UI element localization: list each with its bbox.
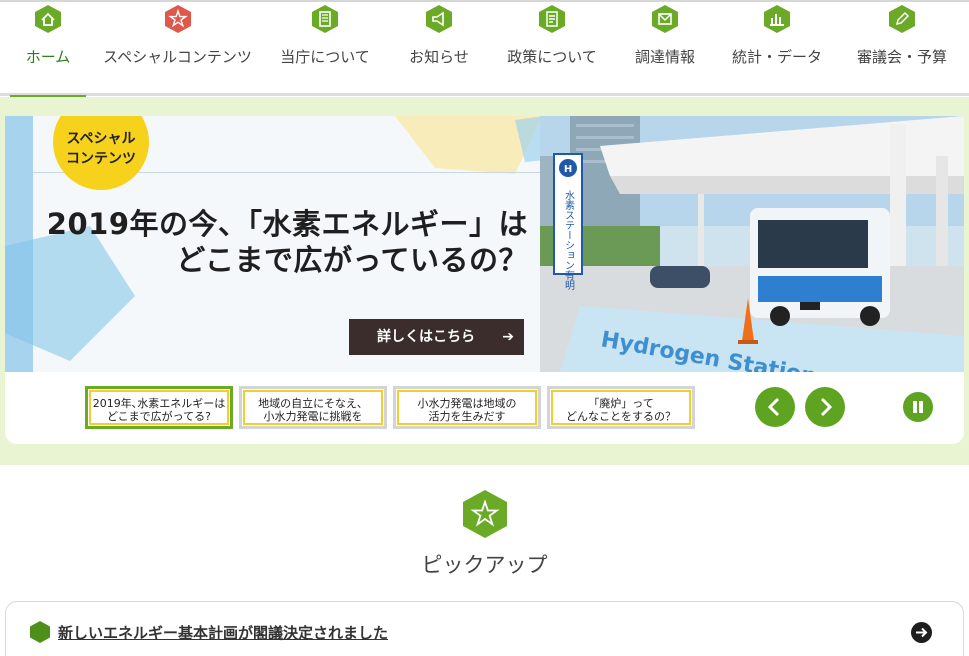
document-icon [539, 5, 565, 33]
nav-label: 調達情報 [634, 48, 695, 66]
bullet-hex-icon [30, 621, 50, 643]
badge-line2: コンテンツ [66, 151, 136, 167]
slider-next-button[interactable] [805, 387, 845, 427]
home-icon [35, 5, 61, 33]
nav-policy[interactable]: 政策について [497, 2, 607, 96]
thumbnail-line2: 活力を生みだす [428, 410, 506, 423]
nav-label: 審議会・予算 [856, 48, 947, 66]
building-icon [312, 5, 338, 33]
svg-text:H: H [564, 164, 572, 175]
chevron-left-icon [767, 397, 780, 417]
thumbnail-line2: どこまで広がってる? [107, 410, 211, 423]
slide-headline-line2: どこまで広がっているの？ [176, 243, 528, 277]
more-details-button[interactable]: 詳しくはこちら ➔ [349, 319, 524, 355]
nav-about-agency[interactable]: 当庁について [270, 2, 380, 96]
star-icon [463, 490, 507, 538]
decorative-shape [395, 116, 540, 174]
slide-thumbnail-1[interactable]: 2019年､水素エネルギーは どこまで広がってる? [85, 386, 233, 429]
special-badge: スペシャル コンテンツ [53, 116, 149, 190]
slider-prev-button[interactable] [755, 387, 795, 427]
nav-special-contents[interactable]: スペシャルコンテンツ [100, 2, 255, 96]
hero-slider: スペシャル コンテンツ 2019年の今、「水素エネルギー」は どこまで広がってい… [5, 116, 964, 444]
nav-news[interactable]: お知らせ [395, 2, 483, 96]
nav-procurement[interactable]: 調達情報 [622, 2, 708, 96]
nav-label: 統計・データ [731, 48, 822, 66]
slide-thumbnail-3[interactable]: 小水力発電は地域の 活力を生みだす [393, 386, 541, 429]
nav-statistics[interactable]: 統計・データ [724, 2, 830, 96]
slide-thumbnail-4[interactable]: 「廃炉」って どんなことをするの？ [547, 386, 695, 429]
pickup-list-item[interactable]: 新しいエネルギー基本計画が閣議決定されました [5, 601, 964, 656]
global-nav: ホーム スペシャルコンテンツ 当庁について お知らせ 政策について 調達情報 統… [0, 2, 969, 99]
decorative-pentagon [5, 226, 135, 361]
nav-council-budget[interactable]: 審議会・予算 [850, 2, 954, 96]
arrow-right-circle-icon[interactable] [911, 622, 932, 643]
megaphone-icon [426, 5, 452, 33]
station-sign-text: 水素ステーション有明 [563, 190, 575, 291]
more-details-label: 詳しくはこちら [377, 329, 475, 345]
pause-icon [913, 401, 917, 413]
slider-pause-button[interactable] [903, 392, 933, 422]
nav-label: 政策について [507, 48, 597, 66]
pickup-link[interactable]: 新しいエネルギー基本計画が閣議決定されました [58, 622, 388, 643]
star-icon [164, 5, 191, 33]
badge-line1: スペシャル [66, 131, 136, 147]
slide-thumbnail-2[interactable]: 地域の自立にそなえ、 小水力発電に挑戦を [239, 386, 387, 429]
nav-label: ホーム [25, 48, 71, 66]
pickup-heading: ピックアップ [421, 553, 548, 577]
thumbnail-line2: 小水力発電に挑戦を [263, 410, 363, 423]
chevron-right-icon [820, 397, 833, 417]
slide-photo-hydrogen-station[interactable]: Hydrogen Station H 水素ステーション有明 [540, 116, 964, 372]
mail-icon [652, 5, 678, 33]
slide-text-panel[interactable]: スペシャル コンテンツ 2019年の今、「水素エネルギー」は どこまで広がってい… [5, 116, 540, 372]
thumbnail-line2: どんなことをするの？ [566, 410, 676, 423]
arrow-right-icon: ➔ [502, 329, 514, 345]
nav-home[interactable]: ホーム [5, 2, 91, 99]
pencil-icon [889, 5, 915, 33]
bar-chart-icon [764, 5, 790, 33]
nav-label: お知らせ [409, 48, 469, 66]
nav-label: 当庁について [280, 48, 370, 66]
nav-label: スペシャルコンテンツ [103, 48, 252, 66]
